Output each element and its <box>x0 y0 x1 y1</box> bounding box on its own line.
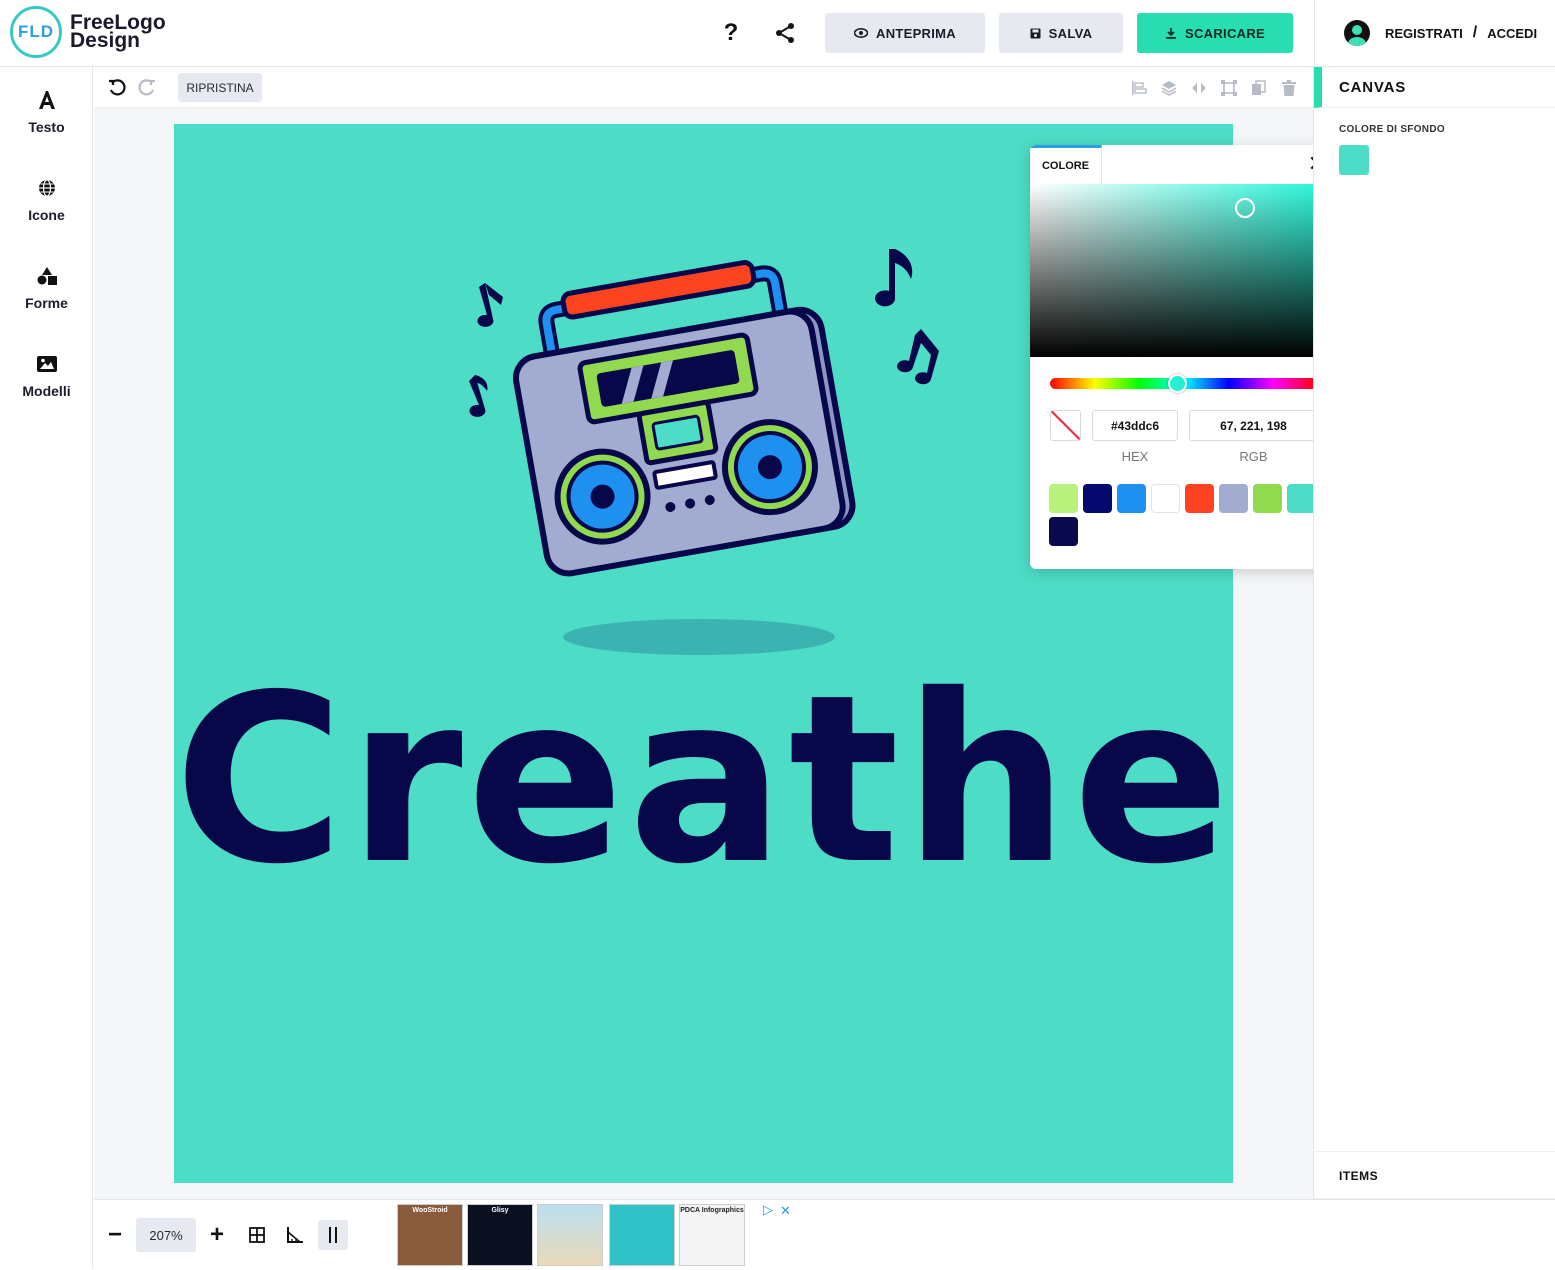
duplicate-icon[interactable] <box>1250 79 1268 97</box>
swatch[interactable] <box>1117 484 1146 513</box>
bottom-bar: − 207% + WooStroid Glisy PDCA Infographi… <box>94 1199 1555 1269</box>
guides-icon[interactable] <box>318 1220 348 1250</box>
swatch[interactable] <box>1049 484 1078 513</box>
color-picker: COLORE ✕ HEX RGB <box>1030 145 1338 569</box>
saturation-handle[interactable] <box>1235 198 1255 218</box>
ad-thumbnail[interactable]: WooStroid <box>397 1204 463 1266</box>
saturation-area[interactable] <box>1030 184 1338 357</box>
swatch[interactable] <box>1151 484 1180 513</box>
image-icon <box>0 351 93 377</box>
trash-icon[interactable] <box>1280 79 1298 97</box>
right-panel: CANVAS COLORE DI SFONDO ITEMS <box>1313 67 1555 1269</box>
save-button[interactable]: SALVA <box>999 13 1123 53</box>
register-link[interactable]: REGISTRATI <box>1385 26 1463 41</box>
ad-thumbnail[interactable]: Glisy <box>467 1204 533 1266</box>
logo[interactable]: FLD FreeLogo Design <box>10 6 166 58</box>
undo-icon[interactable] <box>106 77 128 99</box>
swatch[interactable] <box>1083 484 1112 513</box>
hex-input[interactable] <box>1092 410 1178 441</box>
no-color-button[interactable] <box>1050 410 1081 441</box>
logo-line2: Design <box>70 29 141 52</box>
grid-icon[interactable] <box>242 1220 272 1250</box>
download-icon <box>1166 28 1176 39</box>
rgb-input[interactable] <box>1189 410 1318 441</box>
tab-color[interactable]: COLORE <box>1030 145 1102 184</box>
hue-slider[interactable] <box>1050 374 1318 393</box>
shapes-icon <box>0 263 93 289</box>
avatar[interactable] <box>1344 20 1370 46</box>
reset-button[interactable]: RIPRISTINA <box>178 73 262 102</box>
share-icon[interactable] <box>770 18 800 48</box>
sidebar-item-text[interactable]: Testo <box>0 87 93 135</box>
swatch[interactable] <box>1287 484 1316 513</box>
rgb-label: RGB <box>1239 449 1268 464</box>
help-icon[interactable]: ? <box>716 18 746 48</box>
left-sidebar: Testo Icone Forme Modelli <box>0 67 93 1269</box>
items-section[interactable]: ITEMS <box>1314 1151 1555 1199</box>
redo-icon[interactable] <box>136 77 158 99</box>
swatch[interactable] <box>1185 484 1214 513</box>
panel-title: CANVAS <box>1314 67 1555 108</box>
download-button[interactable]: SCARICARE <box>1137 13 1293 53</box>
auth-separator: / <box>1472 24 1478 41</box>
ad-choices-icon[interactable]: ▷ <box>763 1202 773 1218</box>
align-icon[interactable] <box>1130 79 1148 97</box>
ad-thumbnail[interactable] <box>537 1204 603 1266</box>
background-color-swatch[interactable] <box>1339 145 1369 175</box>
flip-icon[interactable] <box>1190 79 1208 97</box>
sidebar-item-shapes[interactable]: Forme <box>0 263 93 311</box>
hex-label: HEX <box>1121 449 1149 464</box>
crop-icon[interactable] <box>1220 79 1238 97</box>
swatch[interactable] <box>1253 484 1282 513</box>
brand-text[interactable]: Creathead <box>174 664 1233 896</box>
eye-icon <box>854 28 868 38</box>
auth-area: REGISTRATI / ACCEDI <box>1344 20 1537 46</box>
globe-icon <box>0 175 93 201</box>
background-color-label: COLORE DI SFONDO <box>1339 124 1445 135</box>
boombox-icon[interactable] <box>459 239 949 579</box>
sidebar-item-templates[interactable]: Modelli <box>0 351 93 399</box>
canvas-toolbar: RIPRISTINA <box>94 67 1313 108</box>
ad-close-icon[interactable]: ✕ <box>780 1203 791 1219</box>
ad-banner[interactable]: WooStroid Glisy PDCA Infographics ▷ ✕ <box>393 1200 793 1270</box>
ruler-icon[interactable] <box>280 1220 310 1250</box>
hue-handle[interactable] <box>1168 374 1187 393</box>
swatch[interactable] <box>1049 517 1078 546</box>
layers-icon[interactable] <box>1160 79 1178 97</box>
sidebar-item-icons[interactable]: Icone <box>0 175 93 223</box>
zoom-in-button[interactable]: + <box>202 1220 232 1250</box>
swatch[interactable] <box>1219 484 1248 513</box>
logo-badge: FLD <box>10 6 62 58</box>
floppy-icon <box>1030 28 1041 38</box>
text-icon <box>0 87 93 113</box>
ad-thumbnail[interactable] <box>609 1204 675 1266</box>
login-link[interactable]: ACCEDI <box>1487 26 1537 41</box>
preview-button[interactable]: ANTEPRIMA <box>825 13 985 53</box>
top-bar: FLD FreeLogo Design ? ANTEPRIMA SALVA SC… <box>0 0 1555 67</box>
zoom-level[interactable]: 207% <box>136 1218 196 1252</box>
ad-thumbnail[interactable]: PDCA Infographics <box>679 1204 745 1266</box>
zoom-out-button[interactable]: − <box>100 1220 130 1250</box>
